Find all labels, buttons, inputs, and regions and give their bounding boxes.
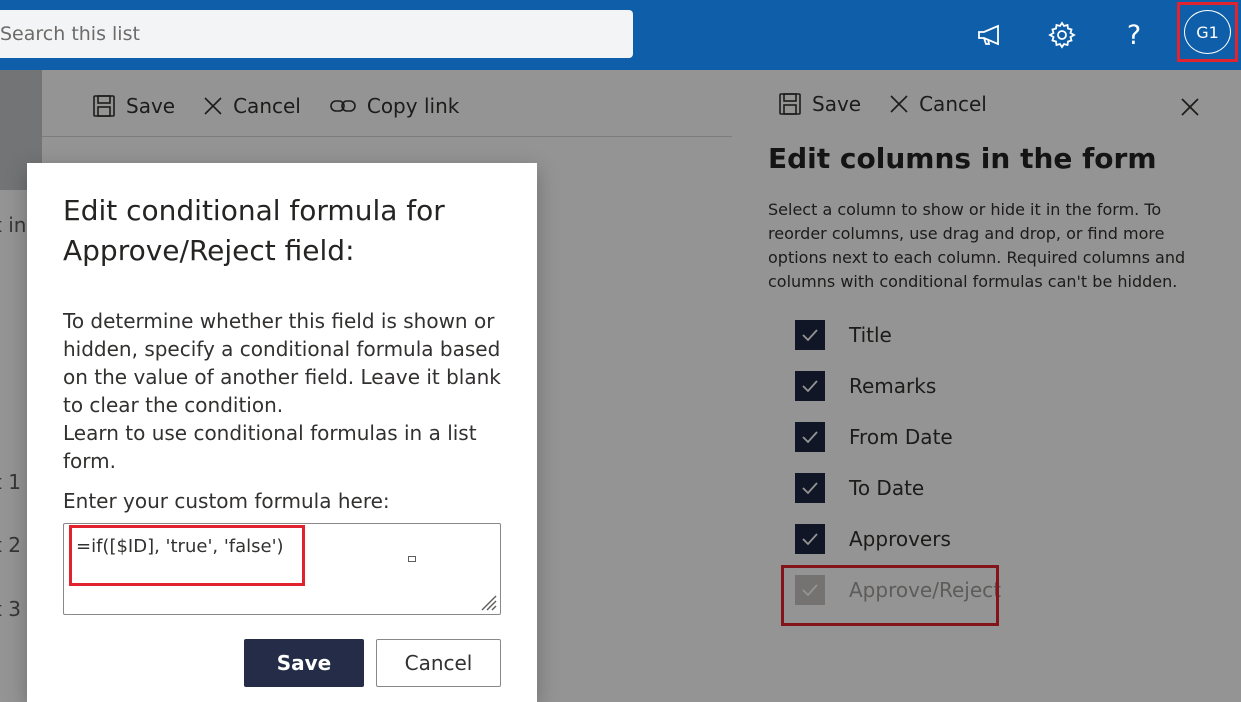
dialog-body: To determine whether this field is shown… xyxy=(63,307,503,475)
megaphone-icon[interactable] xyxy=(970,16,1010,54)
dialog-title: Edit conditional formula for Approve/Rej… xyxy=(63,194,445,267)
search-input[interactable] xyxy=(0,10,633,58)
resize-handle-icon[interactable] xyxy=(476,590,498,612)
suite-bar: ? G1 xyxy=(0,0,1241,70)
learn-more-text[interactable]: Learn to use conditional formulas in a l… xyxy=(63,419,503,475)
help-icon[interactable]: ? xyxy=(1114,16,1154,54)
avatar[interactable]: G1 xyxy=(1184,10,1231,54)
conditional-formula-dialog: Edit conditional formula for Approve/Rej… xyxy=(27,163,537,702)
help-glyph: ? xyxy=(1126,19,1142,51)
search-box[interactable] xyxy=(0,10,633,58)
dialog-instructions: To determine whether this field is shown… xyxy=(63,309,501,417)
dialog-save-button[interactable]: Save xyxy=(244,639,364,687)
avatar-highlight: G1 xyxy=(1177,2,1238,62)
formula-label: Enter your custom formula here: xyxy=(63,489,390,513)
gear-icon[interactable] xyxy=(1042,16,1082,54)
text-cursor-icon xyxy=(408,556,416,562)
formula-highlight xyxy=(69,525,305,586)
dialog-cancel-button[interactable]: Cancel xyxy=(376,639,501,687)
